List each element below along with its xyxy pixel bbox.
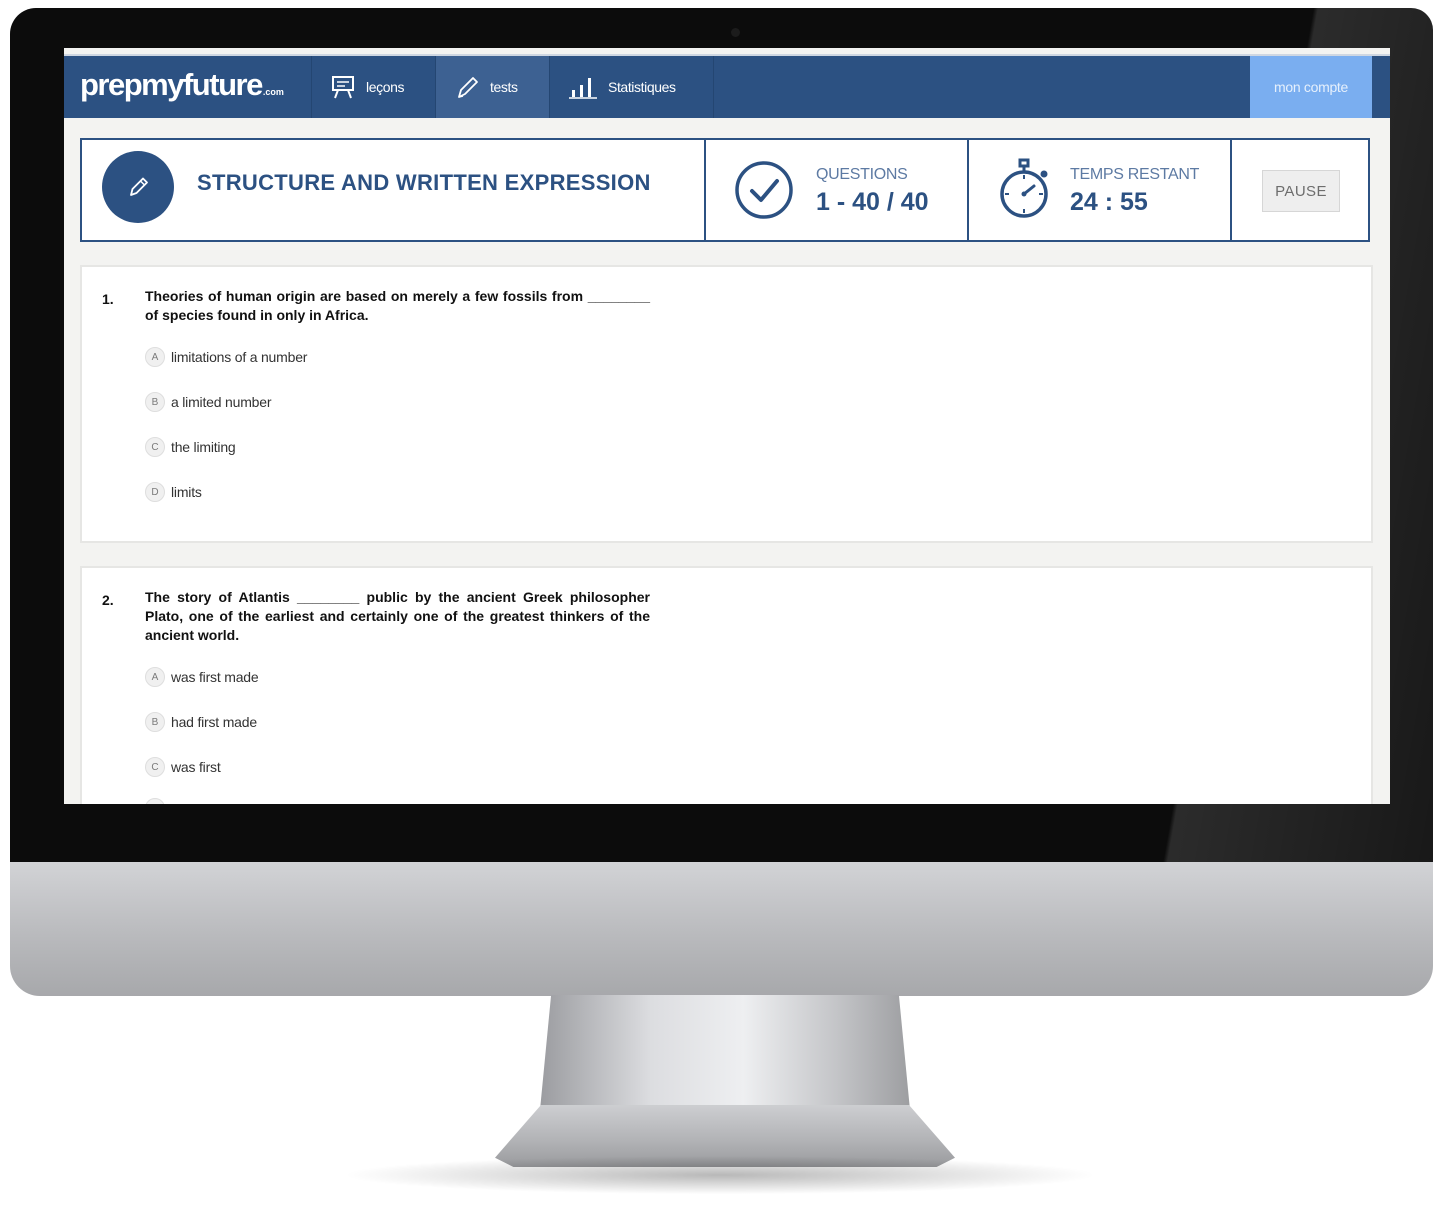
- option-text: limits: [171, 484, 202, 500]
- question-text: The story of Atlantis ________ public by…: [145, 589, 650, 643]
- logo-text: prepmyfuture: [80, 67, 263, 102]
- answer-option-d-partial[interactable]: [145, 796, 165, 804]
- option-letter-badge: B: [145, 712, 165, 732]
- stopwatch-icon: [1000, 158, 1048, 218]
- checkmark-circle-icon: [735, 161, 793, 219]
- option-letter-badge: C: [145, 437, 165, 457]
- option-text: limitations of a number: [171, 349, 308, 365]
- question-card: 1. Theories of human origin are based on…: [80, 265, 1373, 543]
- option-text: had first made: [171, 714, 257, 730]
- site-logo[interactable]: prepmyfuture.com: [74, 56, 312, 118]
- nav-label-tests: tests: [490, 79, 518, 95]
- option-letter-badge: A: [145, 667, 165, 687]
- option-text: was first made: [171, 669, 259, 685]
- nav-item-lecons[interactable]: leçons: [312, 56, 436, 118]
- answer-option-b[interactable]: B had first made: [145, 710, 257, 734]
- bar-chart-icon: [569, 78, 597, 99]
- pause-button[interactable]: PAUSE: [1262, 170, 1340, 212]
- time-remaining-label: TEMPS RESTANT: [1070, 166, 1200, 183]
- questions-label: QUESTIONS: [816, 166, 908, 183]
- option-letter-badge: B: [145, 392, 165, 412]
- top-navbar: prepmyfuture.com leçons tests Statistiqu…: [64, 54, 1390, 118]
- nav-item-tests[interactable]: tests: [436, 56, 550, 118]
- app-screen: prepmyfuture.com leçons tests Statistiqu…: [64, 48, 1390, 804]
- question-number: 2.: [102, 592, 114, 608]
- option-letter-badge: [145, 798, 165, 804]
- answer-option-a[interactable]: A limitations of a number: [145, 345, 307, 369]
- nav-label-statistiques: Statistiques: [608, 79, 676, 95]
- option-letter-badge: A: [145, 347, 165, 367]
- panel-divider: [1230, 140, 1232, 240]
- nav-item-statistiques[interactable]: Statistiques: [550, 56, 714, 118]
- nav-label-lecons: leçons: [366, 79, 405, 95]
- question-number: 1.: [102, 291, 114, 307]
- answer-option-c[interactable]: C the limiting: [145, 435, 236, 459]
- section-title: STRUCTURE AND WRITTEN EXPRESSION: [197, 170, 651, 195]
- answer-option-c[interactable]: C was first: [145, 755, 221, 779]
- answer-option-b[interactable]: B a limited number: [145, 390, 271, 414]
- option-text: the limiting: [171, 439, 236, 455]
- stand-shadow: [330, 1155, 1110, 1195]
- panel-divider: [704, 140, 706, 240]
- board-icon: [332, 76, 354, 99]
- section-badge: [102, 151, 174, 223]
- monitor-chin: [10, 862, 1433, 996]
- pencil-icon: [458, 77, 478, 98]
- answer-option-a[interactable]: A was first made: [145, 665, 259, 689]
- pencil-icon: [130, 177, 148, 196]
- question-text: Theories of human origin are based on me…: [145, 288, 650, 323]
- account-button[interactable]: mon compte: [1250, 56, 1372, 118]
- question-card: 2. The story of Atlantis ________ public…: [80, 566, 1373, 804]
- time-remaining-value: 24 : 55: [1070, 188, 1148, 216]
- panel-divider: [967, 140, 969, 240]
- monitor-stand-neck: [540, 995, 910, 1110]
- test-header-panel: STRUCTURE AND WRITTEN EXPRESSION QUESTIO…: [80, 138, 1370, 242]
- option-letter-badge: C: [145, 757, 165, 777]
- option-text: a limited number: [171, 394, 272, 410]
- webcam-dot: [731, 28, 740, 37]
- logo-suffix: .com: [262, 87, 284, 97]
- option-letter-badge: D: [145, 482, 165, 502]
- questions-count: 1 - 40 / 40: [816, 188, 929, 216]
- option-text: was first: [171, 759, 221, 775]
- answer-option-d[interactable]: D limits: [145, 480, 202, 504]
